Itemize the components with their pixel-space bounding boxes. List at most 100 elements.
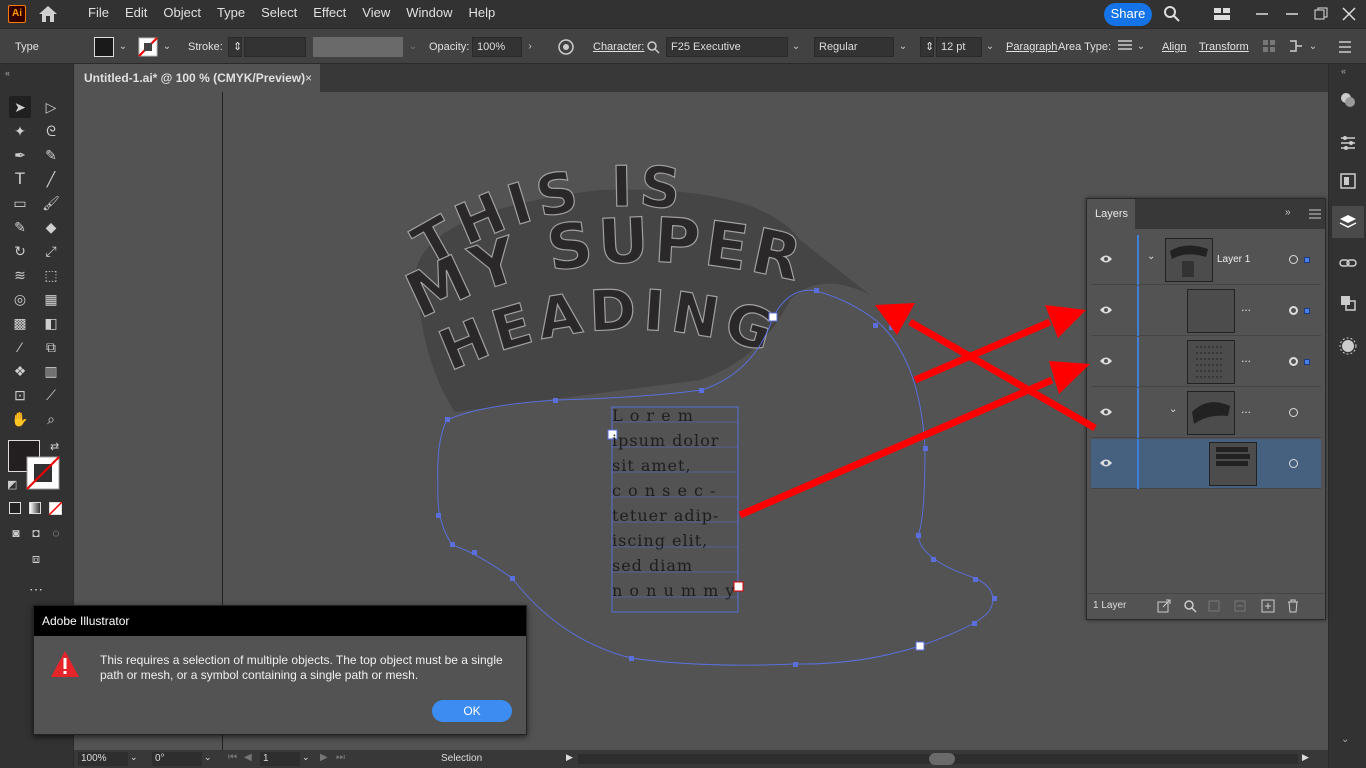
eraser-tool-icon[interactable]: ◆ xyxy=(40,216,62,238)
delete-layer-icon[interactable] xyxy=(1286,599,1300,613)
prev-artboard-icon[interactable]: ◀ xyxy=(244,752,252,763)
layer-row-envelope-group[interactable]: ⌄ ... xyxy=(1091,388,1321,438)
links-panel-icon[interactable] xyxy=(1339,254,1357,272)
item-name[interactable]: ... xyxy=(1241,351,1251,365)
stroke-stepper[interactable]: ⇕ xyxy=(228,37,242,57)
status-menu-icon[interactable]: ▶ xyxy=(566,752,573,763)
menu-help[interactable]: Help xyxy=(460,0,503,28)
item-name[interactable]: ... xyxy=(1241,300,1251,314)
profile-dropdown-icon[interactable]: ⌄ xyxy=(406,37,420,57)
font-family-field[interactable]: F25 Executive xyxy=(666,37,788,57)
create-sublayer-icon[interactable] xyxy=(1233,599,1247,613)
color-mode-icon[interactable] xyxy=(9,502,21,514)
font-search-icon[interactable] xyxy=(646,40,660,54)
menu-type[interactable]: Type xyxy=(209,0,253,28)
isolate-icon[interactable] xyxy=(1262,39,1276,53)
panel-menu-icon[interactable] xyxy=(1309,209,1321,219)
shape-builder-tool-icon[interactable]: ◎ xyxy=(9,288,31,310)
font-style-dropdown-icon[interactable]: ⌄ xyxy=(896,37,910,57)
default-colors-icon[interactable]: ◩ xyxy=(7,478,17,491)
visibility-eye-icon[interactable] xyxy=(1099,253,1113,265)
collapse-panel-icon[interactable]: » xyxy=(1285,207,1291,218)
artboard-tool-icon[interactable]: ⊡ xyxy=(9,384,31,406)
menu-object[interactable]: Object xyxy=(155,0,209,28)
libraries-panel-icon[interactable] xyxy=(1339,172,1357,190)
draw-normal-icon[interactable]: ◙ xyxy=(5,522,27,544)
gradient-tool-icon[interactable]: ◧ xyxy=(40,312,62,334)
draw-inside-icon[interactable]: ◌ xyxy=(45,522,67,544)
close-tab-icon[interactable]: × xyxy=(305,64,312,92)
text-frame[interactable]: L o r e m ipsum dolor sit amet, c o n s … xyxy=(607,406,744,613)
expand-chevron-icon[interactable]: ⌄ xyxy=(1169,404,1177,415)
gradient-mode-icon[interactable] xyxy=(29,502,41,514)
layer-row-heading-text[interactable] xyxy=(1091,439,1321,489)
eyedropper-tool-icon[interactable]: ⁄ xyxy=(9,336,31,358)
search-icon[interactable] xyxy=(1163,5,1181,23)
scroll-down-icon[interactable]: ⌄ xyxy=(1341,734,1349,745)
hand-tool-icon[interactable]: ✋ xyxy=(9,408,31,430)
selection-indicator[interactable] xyxy=(1304,308,1310,314)
text-align-icon[interactable] xyxy=(1117,39,1133,53)
graph-tool-icon[interactable]: ▥ xyxy=(40,360,62,382)
blend-tool-icon[interactable]: ⧉ xyxy=(40,336,62,358)
lasso-tool-icon[interactable]: ᘓ xyxy=(40,120,62,142)
menu-effect[interactable]: Effect xyxy=(305,0,354,28)
warp-tool-icon[interactable]: ≋ xyxy=(9,264,31,286)
swap-colors-icon[interactable]: ⇄ xyxy=(50,440,59,453)
curvature-tool-icon[interactable]: ✎ xyxy=(40,144,62,166)
variable-width-profile[interactable] xyxy=(313,37,403,57)
font-size-dropdown-icon[interactable]: ⌄ xyxy=(983,37,997,57)
layer-name[interactable]: Layer 1 xyxy=(1217,254,1250,265)
home-icon[interactable] xyxy=(38,5,58,23)
zoom-dropdown-icon[interactable]: ⌄ xyxy=(130,752,138,763)
edit-toolbar-icon[interactable]: ⋯ xyxy=(25,578,47,600)
menu-window[interactable]: Window xyxy=(398,0,460,28)
fill-swatch[interactable] xyxy=(94,37,114,57)
make-clipping-mask-icon[interactable] xyxy=(1207,599,1221,613)
screen-mode-icon[interactable]: ⧈ xyxy=(25,548,47,570)
item-name[interactable]: ... xyxy=(1241,402,1251,416)
perspective-grid-tool-icon[interactable]: ▦ xyxy=(40,288,62,310)
selection-indicator[interactable] xyxy=(1304,257,1310,263)
line-tool-icon[interactable]: ╱ xyxy=(40,168,62,190)
visibility-eye-icon[interactable] xyxy=(1099,355,1113,367)
layer-row-envelope-path[interactable]: ... xyxy=(1091,286,1321,336)
expand-chevron-icon[interactable]: ⌄ xyxy=(1147,251,1155,262)
pen-tool-icon[interactable]: ✒ xyxy=(9,144,31,166)
workspace-icon[interactable] xyxy=(1213,5,1231,23)
zoom-field[interactable]: 100% xyxy=(78,752,128,766)
artboard-dropdown-icon[interactable]: ⌄ xyxy=(302,752,310,763)
zoom-tool-icon[interactable]: ⌕ xyxy=(40,408,62,430)
new-layer-icon[interactable] xyxy=(1261,599,1275,613)
font-style-field[interactable]: Regular xyxy=(814,37,894,57)
recolor-icon[interactable] xyxy=(557,38,575,56)
none-mode-icon[interactable] xyxy=(49,502,62,515)
layers-tab[interactable]: Layers xyxy=(1087,199,1135,229)
layer-row-layer1[interactable]: ⌄ Layer 1 xyxy=(1091,235,1321,285)
panel-menu-icon[interactable] xyxy=(1338,40,1352,54)
menu-select[interactable]: Select xyxy=(253,0,305,28)
scale-tool-icon[interactable]: ⤢ xyxy=(40,240,62,262)
rotation-dropdown-icon[interactable]: ⌄ xyxy=(204,752,212,763)
slice-tool-icon[interactable]: ⟋ xyxy=(40,384,62,406)
color-panel-icon[interactable] xyxy=(1339,91,1357,109)
font-size-stepper[interactable]: ⇕ xyxy=(920,37,934,57)
target-circle-icon[interactable] xyxy=(1289,357,1298,366)
layer-row-text-frame[interactable]: ... xyxy=(1091,337,1321,387)
target-circle-icon[interactable] xyxy=(1289,255,1298,264)
envelope-dropdown-icon[interactable]: ⌄ xyxy=(1306,37,1320,57)
rotate-tool-icon[interactable]: ↻ xyxy=(9,240,31,262)
magic-wand-tool-icon[interactable]: ✦ xyxy=(9,120,31,142)
envelope-icon[interactable] xyxy=(1288,39,1304,53)
target-circle-icon[interactable] xyxy=(1289,459,1298,468)
area-type-label[interactable]: Area Type: xyxy=(1058,29,1111,65)
ok-button[interactable]: OK xyxy=(432,700,512,722)
expand-panels-icon[interactable]: « xyxy=(1341,66,1346,76)
direct-selection-tool-icon[interactable]: ▷ xyxy=(40,96,62,118)
close-icon[interactable] xyxy=(1340,5,1358,23)
stroke-weight-field[interactable] xyxy=(244,37,306,57)
horizontal-scroll-thumb[interactable] xyxy=(929,753,955,765)
stroke-color-box[interactable] xyxy=(26,456,60,490)
stroke-dropdown-icon[interactable]: ⌄ xyxy=(160,37,174,57)
visibility-eye-icon[interactable] xyxy=(1099,406,1113,418)
